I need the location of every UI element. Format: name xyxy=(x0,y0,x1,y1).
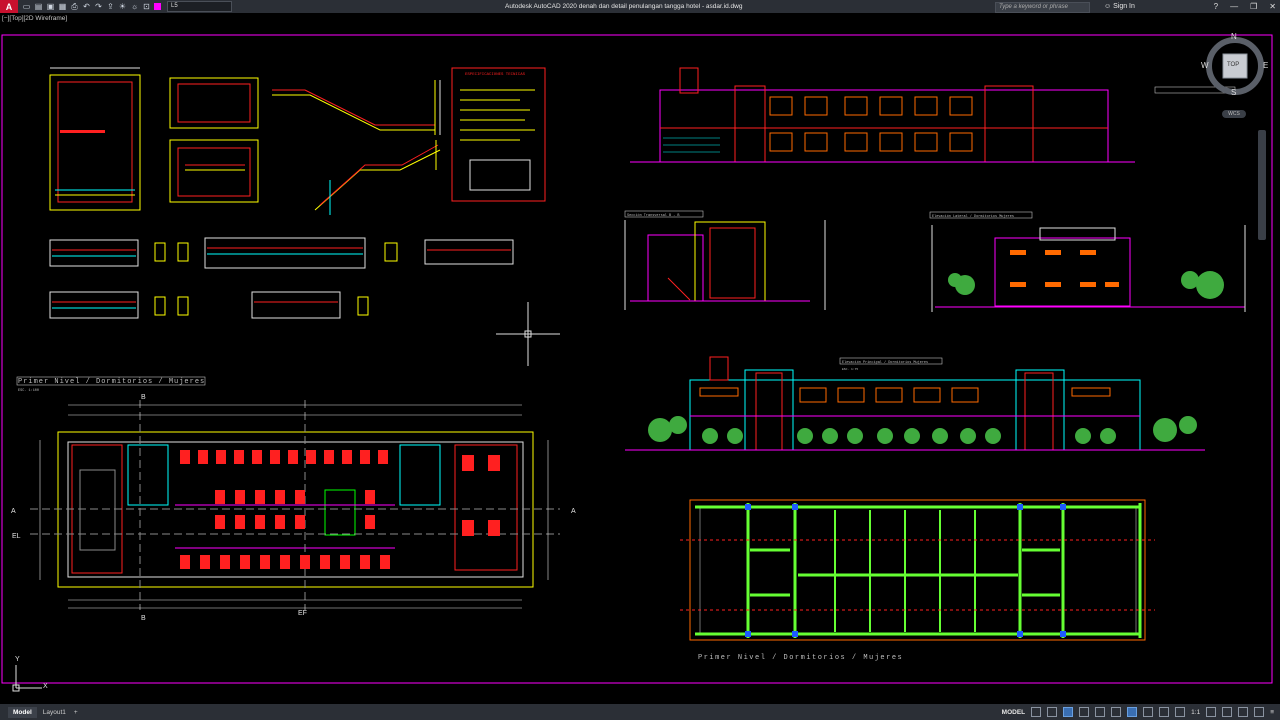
plan-title-bottom: Primer Nivel / Dormitorios / Mujeres xyxy=(698,654,903,662)
add-layout-button[interactable]: + xyxy=(74,709,78,716)
ucs-icon xyxy=(12,665,42,692)
redo-icon[interactable]: ↷ xyxy=(94,2,103,11)
ortho-icon[interactable] xyxy=(1063,707,1074,717)
share-icon[interactable]: ⇪ xyxy=(106,2,115,11)
window-controls: ? — ❐ ✕ xyxy=(1214,0,1276,13)
viewcube[interactable]: N S W E TOP xyxy=(1197,32,1273,108)
undo-icon[interactable]: ↶ xyxy=(82,2,91,11)
section-marker-a-left: A xyxy=(11,508,16,515)
section-bb-title: Sección Transversal B - B xyxy=(627,213,680,218)
compass-west-label[interactable]: W xyxy=(1201,61,1209,70)
section-marker-b-bottom: B xyxy=(141,615,146,622)
layer-color-icon[interactable] xyxy=(154,3,161,10)
section-marker-el: EL xyxy=(12,533,21,540)
isolate-objects-icon[interactable] xyxy=(1222,707,1233,717)
polar-icon[interactable] xyxy=(1079,707,1090,717)
status-bar: Model Layout1 + MODEL 1:1 ≡ xyxy=(0,704,1280,720)
plan-dimension-lines xyxy=(39,404,549,609)
section-bb xyxy=(624,220,826,310)
lineweight-icon[interactable] xyxy=(1127,707,1138,717)
clean-screen-icon[interactable] xyxy=(1254,707,1265,717)
quick-access-toolbar: ▭ ▤ ▣ ▦ ⎙ ↶ ↷ ⇪ ☀ ☼ ⊡ xyxy=(22,2,161,11)
title-bar: A ▭ ▤ ▣ ▦ ⎙ ↶ ↷ ⇪ ☀ ☼ ⊡ L5 Autodesk Auto… xyxy=(0,0,1280,13)
sun-icon[interactable]: ☼ xyxy=(130,2,139,11)
beam-details xyxy=(49,237,514,319)
customization-menu-icon[interactable]: ≡ xyxy=(1270,709,1274,716)
lock-icon[interactable]: ⊡ xyxy=(142,2,151,11)
close-icon[interactable]: ✕ xyxy=(1269,0,1276,13)
wcs-menu[interactable]: WCS xyxy=(1222,110,1246,118)
osnap-icon[interactable] xyxy=(1095,707,1106,717)
tab-layout1[interactable]: Layout1 xyxy=(43,709,66,716)
save-icon[interactable]: ▣ xyxy=(46,2,55,11)
grid-icon[interactable] xyxy=(1031,707,1042,717)
elevation-rear-windows xyxy=(769,96,973,152)
crosshair-cursor xyxy=(496,302,560,366)
drawing-frame xyxy=(1,34,1273,684)
sign-in-button[interactable]: ☺ Sign In xyxy=(1104,0,1135,13)
save-as-icon[interactable]: ▦ xyxy=(58,2,67,11)
snap-icon[interactable] xyxy=(1047,707,1058,717)
restore-icon[interactable]: ❐ xyxy=(1250,0,1257,13)
file-tab-bar xyxy=(0,13,1280,25)
otrack-icon[interactable] xyxy=(1111,707,1122,717)
compass-north-label[interactable]: N xyxy=(1231,32,1237,41)
elevation-rear-grid xyxy=(663,137,720,153)
structural-plan xyxy=(680,499,1155,641)
open-file-icon[interactable]: ▤ xyxy=(34,2,43,11)
help-icon[interactable]: ? xyxy=(1214,0,1218,13)
annotation-scale-value[interactable]: 1:1 xyxy=(1191,709,1200,716)
ucs-x-label: X xyxy=(43,683,48,690)
compass-east-label[interactable]: E xyxy=(1263,61,1268,70)
new-file-icon[interactable]: ▭ xyxy=(22,2,31,11)
layer-dropdown[interactable]: L5 xyxy=(167,1,232,12)
section-marker-b-top: B xyxy=(141,394,146,401)
user-icon: ☺ xyxy=(1104,3,1114,10)
minimize-icon[interactable]: — xyxy=(1230,0,1238,13)
elevation-side-windows xyxy=(1010,250,1119,287)
autocad-logo-icon[interactable]: A xyxy=(0,0,18,13)
section-marker-a-right: A xyxy=(571,508,576,515)
drawing-canvas[interactable]: ESPECIFICACIONES TECNICAS Primer Nivel /… xyxy=(0,25,1280,705)
stair-section-2 xyxy=(169,77,259,203)
spec-sheet xyxy=(451,67,546,202)
viewport-controls-label[interactable]: [−][Top][2D Wireframe] xyxy=(2,15,67,22)
front-elev-title: Elevación Principal / Dormitorios Mujere… xyxy=(842,360,928,365)
navigation-bar[interactable] xyxy=(1258,130,1266,240)
plan-scale-left: ESC. 1:100 xyxy=(18,389,39,393)
model-space-toggle[interactable]: MODEL xyxy=(1002,709,1025,716)
status-tools: MODEL 1:1 ≡ xyxy=(1002,704,1274,720)
floor-plan-left xyxy=(30,400,560,610)
elevation-front-windows xyxy=(699,387,1111,403)
viewcube-top-label[interactable]: TOP xyxy=(1227,62,1239,68)
selection-cycling-icon[interactable] xyxy=(1159,707,1170,717)
transparency-icon[interactable] xyxy=(1143,707,1154,717)
window-title: Autodesk AutoCAD 2020 denah dan detail p… xyxy=(505,3,743,10)
side-elev-title: Elevación Lateral / Dormitorios Mujeres xyxy=(932,214,1014,219)
front-elev-scale: ESC. 1:75 xyxy=(842,368,858,371)
sign-in-label: Sign In xyxy=(1113,3,1135,10)
annotation-visibility-icon[interactable] xyxy=(1175,707,1186,717)
workspace-gear-icon[interactable] xyxy=(1206,707,1217,717)
tab-model[interactable]: Model xyxy=(8,706,37,718)
spec-title: ESPECIFICACIONES TECNICAS xyxy=(465,73,526,77)
front-elevation-trees xyxy=(648,416,1197,444)
compass-south-label[interactable]: S xyxy=(1231,88,1236,97)
elevation-side xyxy=(931,225,1246,312)
section-marker-ef: EF xyxy=(298,610,307,617)
lightbulb-icon[interactable]: ☀ xyxy=(118,2,127,11)
stair-section-1 xyxy=(49,67,141,211)
hardware-acceleration-icon[interactable] xyxy=(1238,707,1249,717)
stair-flight-detail xyxy=(272,80,441,215)
plot-icon[interactable]: ⎙ xyxy=(70,2,79,11)
ucs-y-label: Y xyxy=(15,656,20,663)
search-input[interactable]: Type a keyword or phrase xyxy=(995,2,1090,13)
